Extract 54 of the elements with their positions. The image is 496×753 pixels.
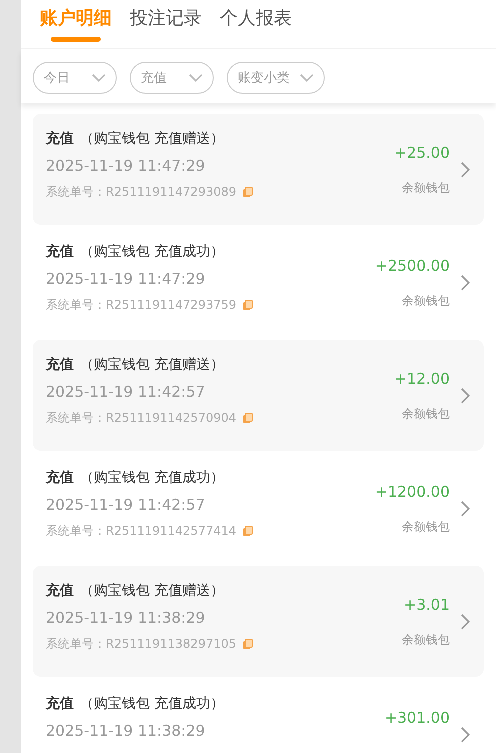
record-detail: （购宝钱包 充值成功） — [80, 695, 224, 713]
record-type: 充值 — [46, 695, 74, 713]
chevron-down-icon — [300, 74, 314, 82]
copy-icon[interactable] — [242, 413, 252, 424]
record-card[interactable]: 充值 （购宝钱包 充值赠送） 2025-11-19 11:42:57 系统单号：R2511191142570904 +12.00 余额钱包 — [33, 340, 484, 451]
active-tab-indicator — [51, 37, 101, 42]
record-amount: +25.00 — [394, 144, 450, 162]
chevron-right-icon — [460, 614, 470, 630]
chevron-right-icon — [460, 727, 470, 743]
wallet-name: 余额钱包 — [402, 632, 450, 649]
record-detail: （购宝钱包 充值成功） — [80, 469, 224, 487]
record-card[interactable]: 充值 （购宝钱包 充值赠送） 2025-11-19 11:38:29 系统单号：R2511191138297105 +3.01 余额钱包 — [33, 566, 484, 677]
chevron-down-icon — [92, 74, 106, 82]
chevron-right-icon — [460, 388, 470, 404]
record-amount: +301.00 — [384, 709, 450, 727]
order-number: 系统单号：R2511191138297105 — [46, 636, 236, 653]
record-detail: （购宝钱包 充值成功） — [80, 243, 224, 261]
chevron-right-icon — [460, 162, 470, 178]
record-card[interactable]: 充值 （购宝钱包 充值赠送） 2025-11-19 11:47:29 系统单号：R2511191147293089 +25.00 余额钱包 — [33, 114, 484, 225]
order-number: 系统单号：R2511191147293089 — [46, 184, 236, 201]
record-time: 2025-11-19 11:42:57 — [46, 383, 206, 401]
record-detail: （购宝钱包 充值赠送） — [80, 582, 224, 600]
order-number: 系统单号：R2511191142570904 — [46, 410, 236, 427]
record-type: 充值 — [46, 130, 74, 148]
copy-icon[interactable] — [242, 526, 252, 537]
record-time: 2025-11-19 11:47:29 — [46, 270, 206, 288]
record-time: 2025-11-19 11:42:57 — [46, 496, 206, 514]
record-amount: +1200.00 — [375, 483, 450, 501]
record-detail: （购宝钱包 充值赠送） — [80, 356, 224, 374]
copy-icon[interactable] — [242, 300, 252, 311]
chevron-right-icon — [460, 275, 470, 291]
wallet-name: 余额钱包 — [402, 519, 450, 536]
copy-icon[interactable] — [242, 639, 252, 650]
chevron-down-icon — [189, 74, 203, 82]
record-type: 充值 — [46, 469, 74, 487]
record-amount: +2500.00 — [375, 257, 450, 275]
record-time: 2025-11-19 11:38:29 — [46, 609, 206, 627]
record-detail: （购宝钱包 充值赠送） — [80, 130, 224, 148]
record-type: 充值 — [46, 243, 74, 261]
record-time: 2025-11-19 11:47:29 — [46, 157, 206, 175]
copy-icon[interactable] — [242, 187, 252, 198]
tab[interactable]: 投注记录 — [130, 6, 202, 48]
wallet-name: 余额钱包 — [402, 293, 450, 310]
order-number: 系统单号：R2511191142577414 — [46, 523, 236, 540]
chevron-right-icon — [460, 501, 470, 517]
record-amount: +3.01 — [404, 596, 450, 614]
wallet-name: 余额钱包 — [402, 180, 450, 197]
record-type: 充值 — [46, 356, 74, 374]
record-type: 充值 — [46, 582, 74, 600]
record-amount: +12.00 — [394, 370, 450, 388]
tab[interactable]: 个人报表 — [220, 6, 292, 48]
order-number: 系统单号：R2511191147293759 — [46, 297, 236, 314]
record-time: 2025-11-19 11:38:29 — [46, 722, 206, 740]
wallet-name: 余额钱包 — [402, 406, 450, 423]
